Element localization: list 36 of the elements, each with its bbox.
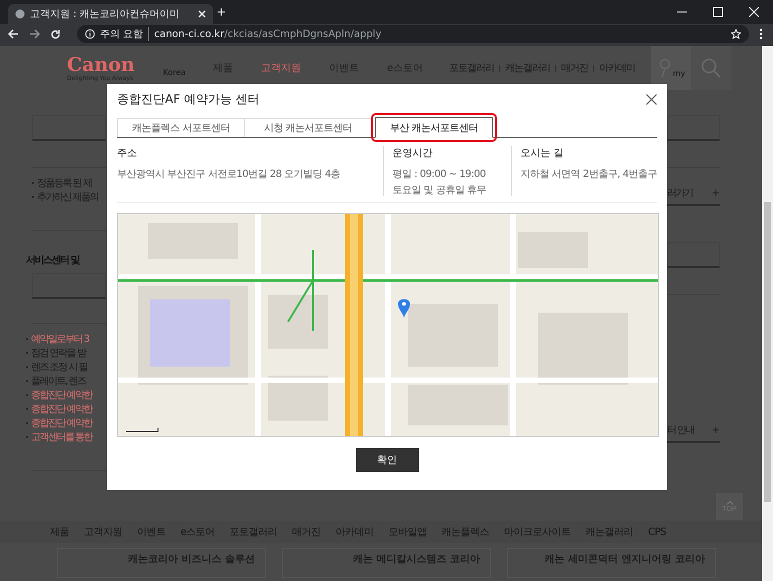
center-tab[interactable]: 캐논플렉스 서포트센터 [117,118,245,137]
confirm-button[interactable]: 확인 [356,448,418,472]
scrollbar[interactable] [762,46,773,581]
info-label: 운영시간 [392,147,434,160]
info-icon [85,29,95,39]
browser-tab[interactable]: 고객지원 : 캐논코리아컨슈머이미 [8,4,213,24]
note-text: 종합진단 예약한 [31,417,92,430]
security-label: 주의 요함 [100,27,150,41]
note-text: 종합진단 예약한 [31,403,92,416]
address-field[interactable]: 주의 요함 canon-ci.co.kr/ckcias/asCmphDgnsApln/apply [77,25,749,43]
logo[interactable]: Canon [67,54,163,74]
modal-title: 종합진단AF 예약가능 센터 [117,91,260,108]
star-icon[interactable] [731,29,741,39]
info-text: 지하철 서면역 2번출구, 4번출구 [520,168,657,181]
section-heading: 서비스센터 및 [26,254,80,267]
note-text: 종합진단 예약한 [31,389,92,402]
reload-icon[interactable] [50,28,61,40]
info-text: 평일 : 09:00 ~ 19:00 [392,168,487,181]
nav-link[interactable]: 고객지원 [261,61,301,75]
note-text: 고객센터를 통한 [31,431,92,444]
search-icon [701,58,721,78]
menu-dots-icon[interactable] [759,28,763,40]
caret-up-icon [726,500,734,505]
tab-title: 고객지원 : 캐논코리아컨슈머이미 [30,8,181,21]
url-text: canon-ci.co.kr/ckcias/asCmphDgnsApln/apply [154,28,382,40]
new-tab-button[interactable]: + [217,4,226,20]
info-text: 토요일 및 공휴일 휴무 [392,184,488,197]
maximize-icon[interactable] [713,7,723,17]
close-icon[interactable] [646,94,657,105]
info-label: 오시는 길 [520,147,565,160]
my-page-button[interactable]: my [651,46,691,90]
forward-arrow-icon[interactable] [29,29,40,39]
info-text: 부산광역시 부산진구 서전로10번길 28 오기빌딩 4층 [117,168,342,181]
back-arrow-icon[interactable] [8,29,19,39]
note-text: 예약일로부터 3 [31,333,89,346]
info-label: 주소 [117,147,138,160]
